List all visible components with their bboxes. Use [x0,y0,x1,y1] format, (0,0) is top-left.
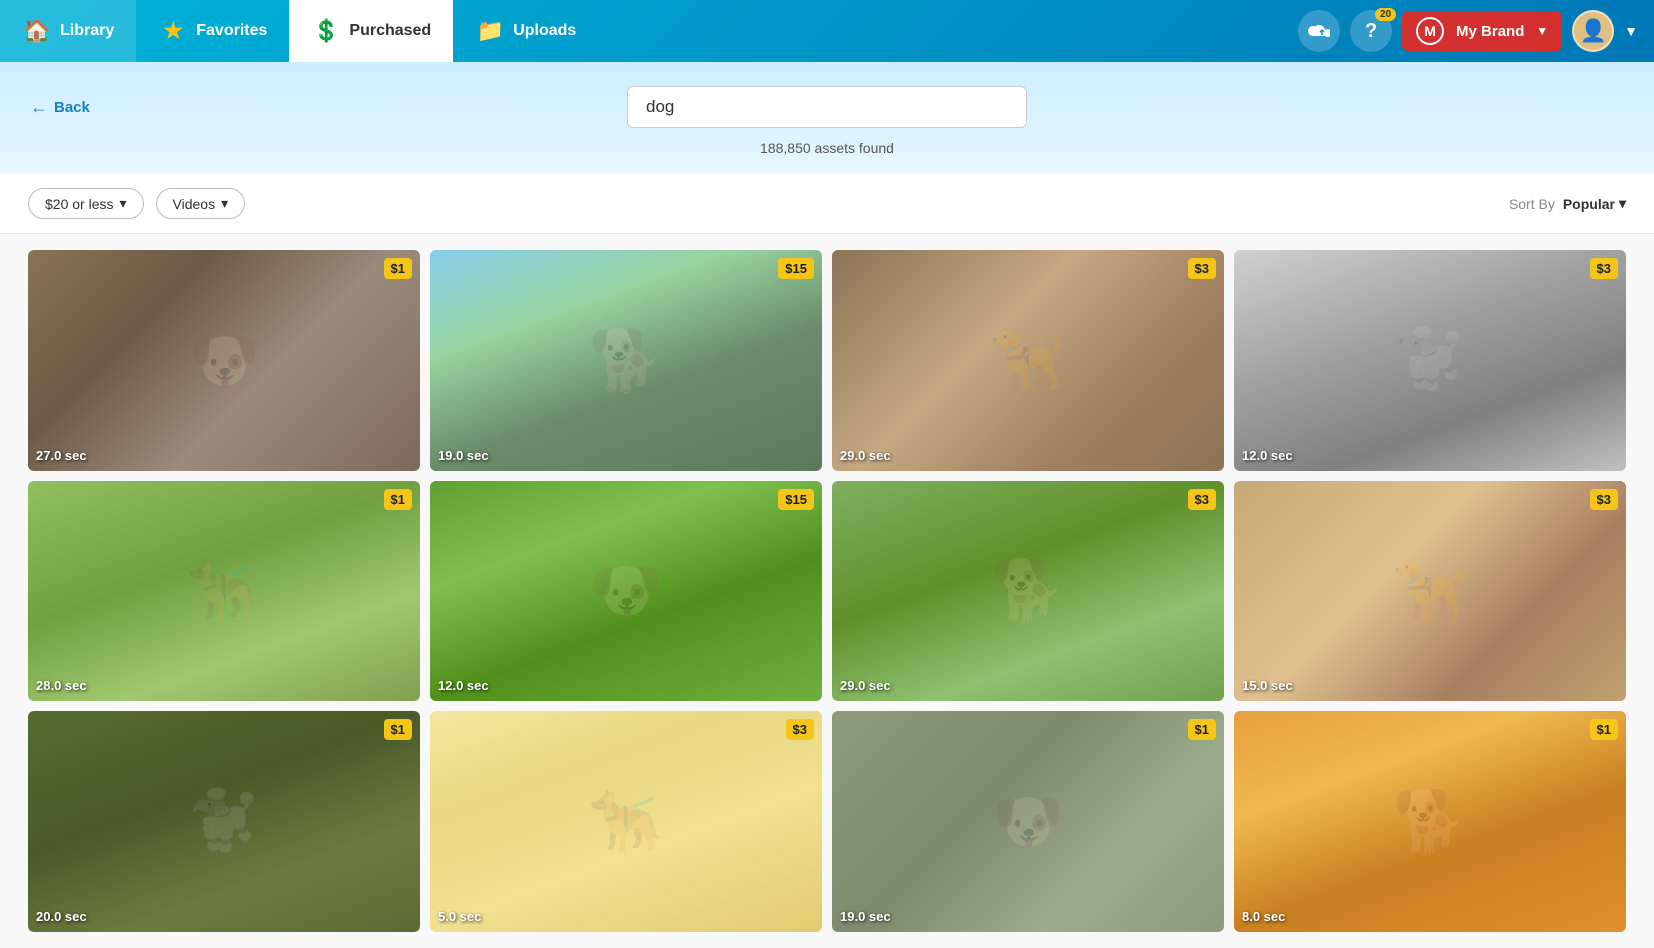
sort-chevron-icon: ▾ [1619,195,1626,212]
uploads-label: Uploads [513,22,576,40]
duration-badge: 8.0 sec [1242,909,1285,924]
nav-uploads[interactable]: 📁 Uploads [453,0,598,62]
price-filter-chevron: ▾ [119,195,126,212]
duration-badge: 12.0 sec [438,678,489,693]
video-item[interactable]: 🐕‍🦺 $1 28.0 sec [28,481,420,702]
nav-right-area: ? 20 M My Brand ▼ 👤 ▼ [1298,0,1654,62]
purchased-icon: 💲 [311,16,341,46]
type-filter-chevron: ▾ [221,195,228,212]
price-badge: $3 [1590,489,1618,510]
cloud-icon-btn[interactable] [1298,10,1340,52]
duration-badge: 28.0 sec [36,678,87,693]
price-badge: $3 [1188,489,1216,510]
price-badge: $1 [384,258,412,279]
top-navigation: 🏠 Library ★ Favorites 💲 Purchased 📁 Uplo… [0,0,1654,62]
price-badge: $3 [1590,258,1618,279]
sort-select[interactable]: Popular ▾ [1563,195,1626,212]
nav-favorites[interactable]: ★ Favorites [136,0,289,62]
video-item[interactable]: 🐶 $1 19.0 sec [832,711,1224,932]
video-item[interactable]: 🐕 $1 8.0 sec [1234,711,1626,932]
library-icon: 🏠 [22,16,52,46]
filter-bar: $20 or less ▾ Videos ▾ Sort By Popular ▾ [0,174,1654,234]
search-area: ← Back dog 188,850 assets found [0,62,1654,174]
video-grid: 🐶 $1 27.0 sec 🐕 $15 19.0 sec 🦮 $3 29.0 s… [0,234,1654,948]
price-filter[interactable]: $20 or less ▾ [28,188,144,219]
duration-badge: 29.0 sec [840,448,891,463]
duration-badge: 20.0 sec [36,909,87,924]
duration-badge: 19.0 sec [438,448,489,463]
price-badge: $1 [384,719,412,740]
video-item[interactable]: 🐕‍🦺 $3 5.0 sec [430,711,822,932]
duration-badge: 27.0 sec [36,448,87,463]
type-filter-label: Videos [173,196,216,212]
video-item[interactable]: 🦮 $3 15.0 sec [1234,481,1626,702]
avatar-icon: 👤 [1579,18,1606,44]
price-badge: $3 [1188,258,1216,279]
user-avatar[interactable]: 👤 [1572,10,1614,52]
help-icon: ? [1365,20,1377,43]
video-item[interactable]: 🐶 $15 12.0 sec [430,481,822,702]
duration-badge: 5.0 sec [438,909,481,924]
duration-badge: 29.0 sec [840,678,891,693]
video-item[interactable]: 🐕 $15 19.0 sec [430,250,822,471]
back-arrow-icon: ← [30,97,48,118]
video-item[interactable]: 🐕 $3 29.0 sec [832,481,1224,702]
sort-area: Sort By Popular ▾ [1509,195,1626,212]
video-item[interactable]: 🐶 $1 27.0 sec [28,250,420,471]
nav-library[interactable]: 🏠 Library [0,0,136,62]
video-item[interactable]: 🐩 $3 12.0 sec [1234,250,1626,471]
search-input[interactable]: dog [627,86,1027,128]
sort-by-label: Sort By [1509,196,1555,212]
favorites-label: Favorites [196,22,267,40]
brand-name: My Brand [1456,23,1524,40]
duration-badge: 12.0 sec [1242,448,1293,463]
price-badge: $15 [778,258,814,279]
results-count: 188,850 assets found [760,140,894,156]
library-label: Library [60,22,114,40]
duration-badge: 15.0 sec [1242,678,1293,693]
sort-value: Popular [1563,196,1615,212]
brand-selector[interactable]: M My Brand ▼ [1402,11,1562,51]
search-bar-container: ← Back dog [0,86,1654,128]
price-badge: $15 [778,489,814,510]
duration-badge: 19.0 sec [840,909,891,924]
price-badge: $1 [384,489,412,510]
price-filter-label: $20 or less [45,196,113,212]
price-badge: $1 [1590,719,1618,740]
notification-badge: 20 [1375,8,1396,21]
video-item[interactable]: 🦮 $3 29.0 sec [832,250,1224,471]
back-label: Back [54,99,90,116]
purchased-label: Purchased [349,22,431,40]
avatar-chevron-icon: ▼ [1624,23,1638,39]
price-badge: $1 [1188,719,1216,740]
brand-initial: M [1416,17,1444,45]
type-filter[interactable]: Videos ▾ [156,188,246,219]
back-button[interactable]: ← Back [30,97,90,118]
price-badge: $3 [786,719,814,740]
uploads-icon: 📁 [475,16,505,46]
favorites-icon: ★ [158,16,188,46]
help-icon-btn[interactable]: ? 20 [1350,10,1392,52]
cloud-icon [1308,22,1330,40]
nav-purchased[interactable]: 💲 Purchased [289,0,453,62]
brand-chevron-icon: ▼ [1536,24,1548,38]
video-item[interactable]: 🐩 $1 20.0 sec [28,711,420,932]
